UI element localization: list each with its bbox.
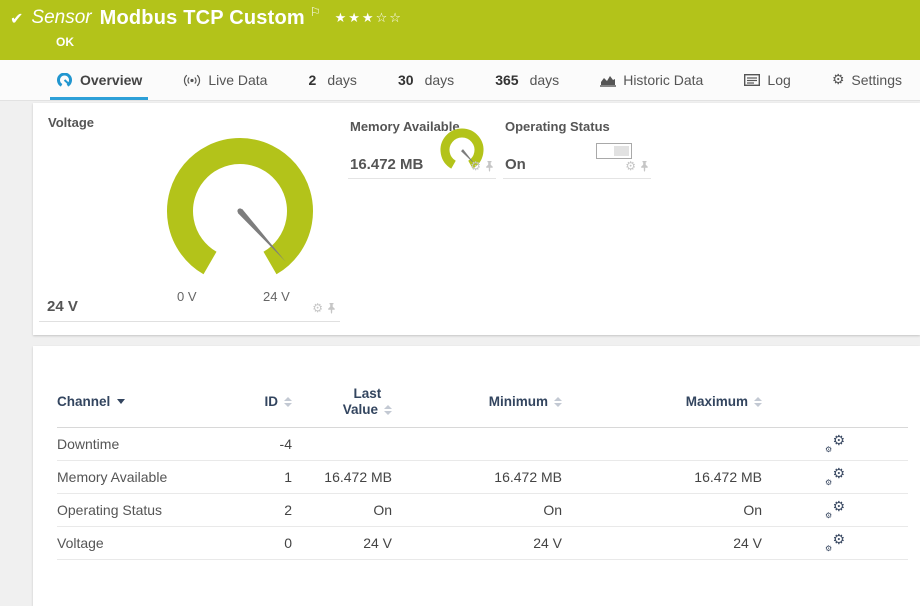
channel-id: 1 bbox=[247, 469, 292, 485]
pin-icon[interactable] bbox=[327, 303, 336, 314]
voltage-gauge-arc bbox=[145, 123, 335, 278]
table-row: Downtime -4 ⚙⚙ bbox=[57, 428, 908, 461]
voltage-panel-title: Voltage bbox=[48, 115, 94, 130]
channel-name[interactable]: Downtime bbox=[57, 436, 247, 452]
tab-label: Settings bbox=[851, 72, 902, 88]
tab-2-days[interactable]: 2 days bbox=[303, 60, 363, 100]
column-header-last-value[interactable]: Last Value bbox=[292, 386, 392, 417]
area-chart-icon bbox=[600, 74, 616, 87]
channel-name[interactable]: Voltage bbox=[57, 535, 247, 551]
tab-bar: Overview Live Data 2 days 30 days 365 da… bbox=[0, 60, 920, 101]
channel-id: 2 bbox=[247, 502, 292, 518]
tab-number: 30 bbox=[398, 72, 414, 88]
channel-last-value: 24 V bbox=[292, 535, 392, 551]
gear-icon[interactable]: ⚙ bbox=[625, 159, 636, 173]
flag-icon: ⚐ bbox=[310, 5, 321, 19]
broadcast-icon bbox=[183, 74, 201, 87]
stars-empty[interactable]: ☆☆ bbox=[376, 11, 403, 26]
sort-arrows-icon bbox=[284, 397, 292, 407]
gear-icon: ⚙ bbox=[832, 72, 845, 88]
tab-number: 365 bbox=[495, 72, 518, 88]
channel-id: -4 bbox=[247, 436, 292, 452]
channel-name[interactable]: Operating Status bbox=[57, 502, 247, 518]
gear-icon[interactable]: ⚙ bbox=[470, 159, 481, 173]
memory-value: 16.472 MB bbox=[350, 156, 423, 173]
gear-icon[interactable]: ⚙ bbox=[312, 301, 323, 315]
sort-arrows-icon bbox=[554, 397, 562, 407]
tab-number: 2 bbox=[309, 72, 317, 88]
tab-settings[interactable]: ⚙ Settings bbox=[826, 60, 908, 100]
table-row: Voltage 0 24 V 24 V 24 V ⚙⚙ bbox=[57, 527, 908, 560]
operating-status-title: Operating Status bbox=[505, 119, 610, 134]
tab-label: Log bbox=[767, 72, 790, 88]
voltage-gauge: 0 V 24 V bbox=[145, 123, 335, 313]
table-row: Memory Available 1 16.472 MB 16.472 MB 1… bbox=[57, 461, 908, 494]
tab-historic-data[interactable]: Historic Data bbox=[594, 60, 709, 100]
status-check-icon: ✔ bbox=[10, 9, 23, 28]
sort-caret-icon bbox=[117, 399, 125, 404]
channel-settings-gears-icon[interactable]: ⚙⚙ bbox=[825, 534, 845, 552]
channels-table: Channel ID Last Value Minimum Maximum bbox=[57, 386, 908, 560]
sensor-header: ✔ Sensor Modbus TCP Custom ⚐ ★★★☆☆ OK bbox=[0, 0, 920, 60]
channel-minimum: 24 V bbox=[392, 535, 562, 551]
channels-panel: Channel ID Last Value Minimum Maximum bbox=[33, 346, 920, 606]
channel-settings-gears-icon[interactable]: ⚙⚙ bbox=[825, 501, 845, 519]
column-header-channel[interactable]: Channel bbox=[57, 394, 247, 409]
column-header-maximum[interactable]: Maximum bbox=[562, 394, 762, 409]
tab-label: days bbox=[530, 72, 560, 88]
priority-stars[interactable]: ★★★☆☆ bbox=[335, 10, 403, 26]
stars-filled[interactable]: ★★★ bbox=[335, 11, 376, 26]
operating-status-value: On bbox=[505, 156, 526, 173]
gauges-panel: Voltage 0 V 24 V 24 V ⚙ Memory Available… bbox=[33, 103, 920, 335]
tab-label: days bbox=[425, 72, 455, 88]
tab-30-days[interactable]: 30 days bbox=[392, 60, 460, 100]
sensor-kind-label: Sensor bbox=[31, 7, 91, 29]
sort-arrows-icon bbox=[754, 397, 762, 407]
voltage-value: 24 V bbox=[47, 298, 78, 315]
channel-settings-gears-icon[interactable]: ⚙⚙ bbox=[825, 435, 845, 453]
table-row: Operating Status 2 On On On ⚙⚙ bbox=[57, 494, 908, 527]
memory-panel-footer: 16.472 MB ⚙ bbox=[348, 151, 496, 179]
log-list-icon bbox=[744, 74, 760, 86]
tab-label: Live Data bbox=[208, 72, 267, 88]
column-header-minimum[interactable]: Minimum bbox=[392, 394, 562, 409]
channel-id: 0 bbox=[247, 535, 292, 551]
tab-label: Overview bbox=[80, 72, 142, 88]
status-badge: OK bbox=[10, 30, 920, 49]
gauge-icon bbox=[56, 73, 73, 88]
channel-name[interactable]: Memory Available bbox=[57, 469, 247, 485]
tab-overview[interactable]: Overview bbox=[50, 60, 148, 100]
tab-365-days[interactable]: 365 days bbox=[489, 60, 565, 100]
column-header-id[interactable]: ID bbox=[247, 394, 292, 409]
sort-arrows-icon bbox=[384, 405, 392, 415]
channel-settings-gears-icon[interactable]: ⚙⚙ bbox=[825, 468, 845, 486]
channel-minimum: 16.472 MB bbox=[392, 469, 562, 485]
tab-log[interactable]: Log bbox=[738, 60, 796, 100]
operating-status-footer: On ⚙ bbox=[503, 151, 651, 179]
voltage-panel-footer: 24 V ⚙ bbox=[39, 294, 340, 322]
tab-label: Historic Data bbox=[623, 72, 703, 88]
page-title: Modbus TCP Custom bbox=[100, 7, 305, 30]
table-header-row: Channel ID Last Value Minimum Maximum bbox=[57, 386, 908, 428]
tab-label: days bbox=[327, 72, 357, 88]
channel-minimum: On bbox=[392, 502, 562, 518]
channel-maximum: 24 V bbox=[562, 535, 762, 551]
channel-last-value: On bbox=[292, 502, 392, 518]
channel-maximum: 16.472 MB bbox=[562, 469, 762, 485]
pin-icon[interactable] bbox=[485, 161, 494, 172]
pin-icon[interactable] bbox=[640, 161, 649, 172]
tab-live-data[interactable]: Live Data bbox=[177, 60, 273, 100]
channel-maximum: On bbox=[562, 502, 762, 518]
channel-last-value: 16.472 MB bbox=[292, 469, 392, 485]
